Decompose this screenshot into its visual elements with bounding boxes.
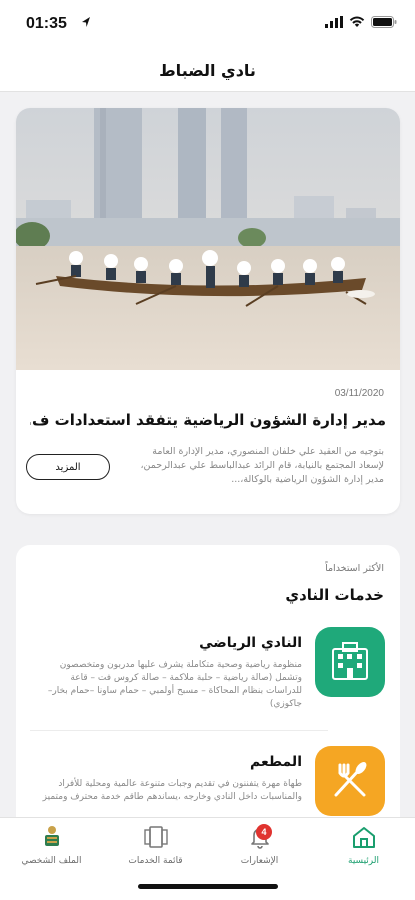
tab-notifications[interactable]: 4 الإشعارات bbox=[212, 822, 307, 878]
battery-icon bbox=[371, 16, 397, 28]
service-item-sports-club[interactable]: النادي الرياضي منظومة رياضية وصحية متكام… bbox=[16, 627, 400, 742]
building-icon bbox=[315, 627, 385, 697]
news-date: 03/11/2020 bbox=[334, 388, 384, 399]
services-kicker: الأكثر استخداماً bbox=[325, 563, 384, 574]
tab-label: الإشعارات bbox=[240, 856, 279, 866]
more-button[interactable]: المزيد bbox=[26, 454, 110, 480]
notification-badge: 4 bbox=[256, 824, 272, 840]
profile-emblem-icon bbox=[40, 822, 64, 852]
news-card[interactable]: 03/11/2020 مدير إدارة الشؤون الرياضية يت… bbox=[16, 108, 400, 514]
services-card: الأكثر استخداماً خدمات النادي النادي الر… bbox=[16, 545, 400, 817]
location-arrow-icon bbox=[82, 17, 90, 27]
tab-profile[interactable]: الملف الشخصي bbox=[4, 822, 99, 878]
content-scroll[interactable]: 03/11/2020 مدير إدارة الشؤون الرياضية يت… bbox=[0, 92, 415, 817]
news-image bbox=[16, 108, 400, 370]
tab-label: الملف الشخصي bbox=[21, 856, 82, 866]
tab-label: الرئيسية bbox=[348, 856, 379, 866]
service-name: النادي الرياضي bbox=[199, 635, 302, 651]
nav-bar: نادي الضباط bbox=[0, 50, 415, 92]
services-title: خدمات النادي bbox=[285, 586, 384, 604]
status-time: 01:35 bbox=[26, 15, 67, 32]
tab-home[interactable]: الرئيسية bbox=[316, 822, 411, 878]
status-icons bbox=[325, 16, 397, 28]
service-item-restaurant[interactable]: المطعم طهاة مهرة يتفننون في تقديم وجبات … bbox=[16, 746, 400, 817]
news-title[interactable]: مدير إدارة الشؤون الرياضية يتفقد استعداد… bbox=[30, 411, 386, 429]
service-desc: طهاة مهرة يتفننون في تقديم وجبات متنوعة … bbox=[42, 779, 302, 802]
wifi-icon bbox=[349, 16, 365, 27]
signal-icon bbox=[325, 16, 343, 28]
home-indicator bbox=[138, 884, 278, 889]
service-desc: منظومة رياضية وصحية متكاملة يشرف عليها م… bbox=[47, 660, 302, 709]
home-icon bbox=[351, 822, 377, 852]
tab-services-list[interactable]: قائمة الخدمات bbox=[108, 822, 203, 878]
news-excerpt: بتوجيه من العقيد علي خلفان المنصوري، مدي… bbox=[140, 446, 384, 485]
tab-label: قائمة الخدمات bbox=[128, 856, 183, 866]
service-name: المطعم bbox=[250, 754, 302, 770]
services-list-icon bbox=[143, 822, 169, 852]
status-bar: 01:35 bbox=[0, 0, 415, 50]
divider bbox=[30, 730, 328, 731]
fork-knife-icon bbox=[315, 746, 385, 816]
page-title: نادي الضباط bbox=[159, 61, 256, 80]
